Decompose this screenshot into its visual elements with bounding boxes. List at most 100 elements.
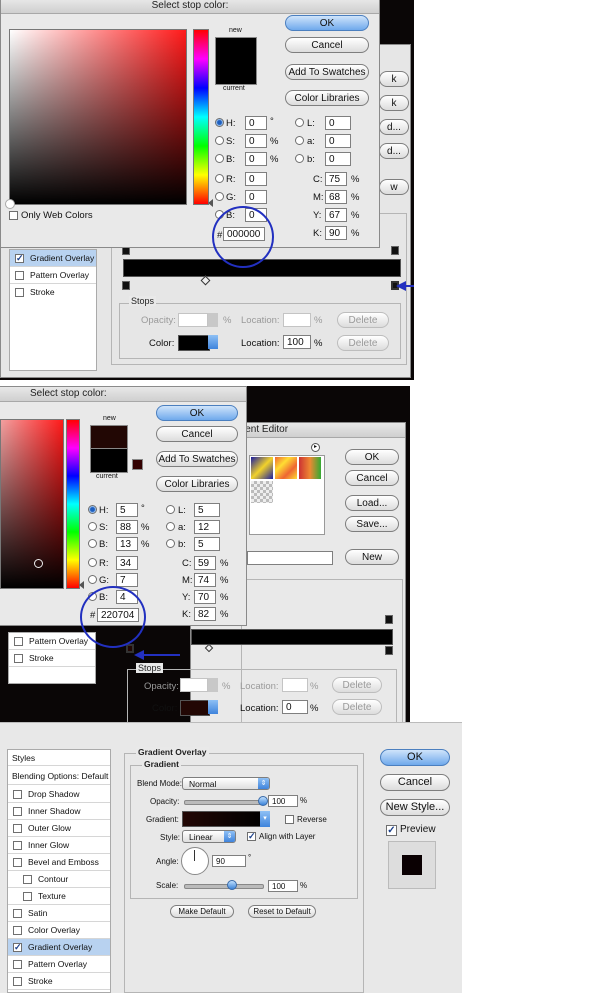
cancel-button-3[interactable]: Cancel	[380, 774, 450, 791]
side-button-k[interactable]: k	[379, 71, 409, 87]
color-libraries-button[interactable]: Color Libraries	[285, 90, 369, 106]
opacity-field[interactable]	[178, 313, 208, 327]
y-field-2[interactable]: 70	[194, 590, 216, 604]
styles-header[interactable]: Styles	[8, 750, 110, 766]
side-button-w[interactable]: w	[379, 179, 409, 195]
gradient-preview[interactable]	[182, 811, 262, 827]
lab-b-field-2[interactable]: 5	[194, 537, 220, 551]
style-item-inner-glow[interactable]: Inner Glow	[8, 837, 110, 854]
h-radio-2[interactable]	[88, 505, 97, 514]
l-field-2[interactable]: 5	[194, 503, 220, 517]
lab-b-field[interactable]: 0	[325, 152, 351, 166]
preset-swatch-3[interactable]	[299, 457, 321, 479]
scale-slider-track[interactable]	[184, 884, 264, 889]
opacity-slider-track[interactable]	[184, 800, 264, 805]
color-stop-right-2[interactable]	[385, 646, 393, 655]
s-radio-2[interactable]	[88, 522, 97, 531]
style-checkbox[interactable]	[23, 875, 32, 884]
style-item-drop-shadow[interactable]: Drop Shadow	[8, 786, 110, 803]
make-default-button[interactable]: Make Default	[170, 905, 234, 918]
style-checkbox[interactable]	[13, 824, 22, 833]
l-radio[interactable]	[295, 118, 304, 127]
cancel-button-2[interactable]: Cancel	[156, 426, 238, 442]
delete-button[interactable]: Delete	[337, 335, 389, 351]
style-checkbox[interactable]	[13, 790, 22, 799]
style-item-bevel-and-emboss[interactable]: Bevel and Emboss	[8, 854, 110, 871]
opacity-dropdown[interactable]	[208, 313, 218, 327]
location-field-2[interactable]: 0	[282, 700, 308, 714]
k-field[interactable]: 90	[325, 226, 347, 240]
load-button[interactable]: Load...	[345, 495, 399, 511]
y-field[interactable]: 67	[325, 208, 347, 222]
reverse-checkbox[interactable]	[285, 815, 294, 824]
location-field-top-2[interactable]	[282, 678, 308, 692]
gradient-overlay-checkbox[interactable]: ✓	[15, 254, 24, 263]
style-item-satin[interactable]: Satin	[8, 905, 110, 922]
style-item-outer-glow[interactable]: Outer Glow	[8, 820, 110, 837]
color-field-marker[interactable]	[5, 199, 15, 209]
r-field-2[interactable]: 34	[116, 556, 138, 570]
reset-to-default-button[interactable]: Reset to Default	[248, 905, 316, 918]
style-checkbox[interactable]	[13, 926, 22, 935]
add-to-swatches-button-2[interactable]: Add To Swatches	[156, 451, 238, 467]
hue-slider-handle-2[interactable]	[79, 581, 84, 589]
preset-swatch-1[interactable]	[251, 457, 273, 479]
m-field[interactable]: 68	[325, 190, 347, 204]
style-pattern-overlay[interactable]: Pattern Overlay	[10, 267, 96, 284]
style-item-contour[interactable]: Contour	[8, 871, 110, 888]
gradient-cancel-button[interactable]: Cancel	[345, 470, 399, 486]
new-style-button[interactable]: New Style...	[380, 799, 450, 816]
angle-dial[interactable]	[181, 847, 209, 875]
style-checkbox[interactable]	[13, 841, 22, 850]
style-pattern-overlay-2[interactable]: Pattern Overlay	[9, 633, 95, 650]
ok-button-2[interactable]: OK	[156, 405, 238, 421]
new-gradient-button[interactable]: New	[345, 549, 399, 565]
save-button[interactable]: Save...	[345, 516, 399, 532]
a-field[interactable]: 0	[325, 134, 351, 148]
k-field-2[interactable]: 82	[194, 607, 216, 621]
stroke-checkbox[interactable]	[15, 288, 24, 297]
stop-color-dropdown[interactable]	[208, 335, 218, 349]
opacity-stop-right[interactable]	[391, 246, 399, 255]
color-libraries-button-2[interactable]: Color Libraries	[156, 476, 238, 492]
r-radio[interactable]	[215, 174, 224, 183]
gradient-midpoint-2[interactable]	[204, 643, 214, 653]
b-radio[interactable]	[215, 154, 224, 163]
style-checkbox[interactable]	[13, 977, 22, 986]
stop-color-dropdown-2[interactable]	[208, 700, 218, 714]
m-field-2[interactable]: 74	[194, 573, 216, 587]
g-radio-2[interactable]	[88, 575, 97, 584]
style-checkbox[interactable]	[13, 807, 22, 816]
style-item-gradient-overlay[interactable]: ✓ Gradient Overlay	[8, 939, 110, 956]
scale-field[interactable]: 100	[268, 880, 298, 892]
l-radio-2[interactable]	[166, 505, 175, 514]
gradient-name-field[interactable]	[247, 551, 333, 565]
g-field-2[interactable]: 7	[116, 573, 138, 587]
opacity-field-3[interactable]: 100	[268, 795, 298, 807]
style-gradient-overlay[interactable]: ✓ Gradient Overlay	[10, 250, 96, 267]
s-field[interactable]: 0	[245, 134, 267, 148]
b-field-2[interactable]: 13	[116, 537, 138, 551]
location-field[interactable]: 100	[283, 335, 311, 349]
h-radio[interactable]	[215, 118, 224, 127]
gradient-bar[interactable]	[123, 259, 401, 277]
hue-slider-handle[interactable]	[208, 199, 213, 207]
g-field[interactable]: 0	[245, 190, 267, 204]
pattern-overlay-checkbox[interactable]	[15, 271, 24, 280]
opacity-field-2[interactable]	[180, 678, 208, 692]
style-checkbox[interactable]	[13, 909, 22, 918]
opacity-dropdown-2[interactable]	[208, 678, 218, 692]
style-item-color-overlay[interactable]: Color Overlay	[8, 922, 110, 939]
hue-slider[interactable]	[193, 29, 209, 205]
style-select[interactable]: Linear ⇕	[182, 830, 236, 843]
lab-b-radio[interactable]	[295, 154, 304, 163]
h-field[interactable]: 0	[245, 116, 267, 130]
stroke-checkbox-2[interactable]	[14, 654, 23, 663]
align-with-layer-checkbox[interactable]: ✓	[247, 832, 256, 841]
gradient-ok-button[interactable]: OK	[345, 449, 399, 465]
r-field[interactable]: 0	[245, 172, 267, 186]
style-checkbox[interactable]: ✓	[13, 943, 22, 952]
blending-options[interactable]: Blending Options: Default	[8, 768, 110, 785]
add-to-swatches-button[interactable]: Add To Swatches	[285, 64, 369, 80]
lab-b-radio-2[interactable]	[166, 539, 175, 548]
